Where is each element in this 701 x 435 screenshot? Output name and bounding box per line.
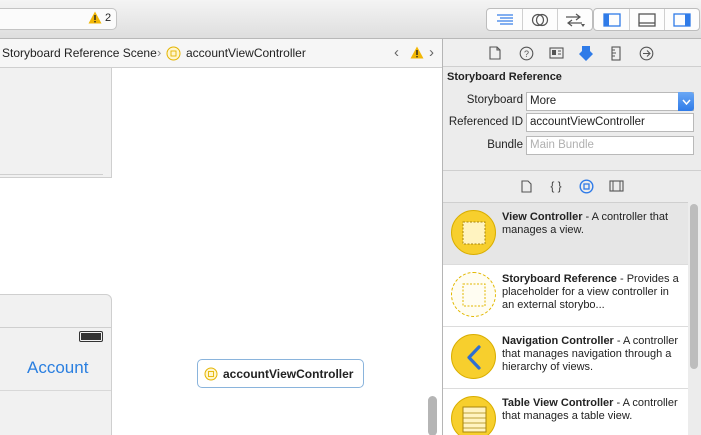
svg-text:?: ?	[523, 49, 528, 59]
list-item-navigation-controller[interactable]: Navigation Controller - A controller tha…	[443, 327, 688, 389]
divider	[443, 170, 701, 171]
assistant-icon	[531, 13, 549, 26]
referenced-id-field[interactable]: accountViewController	[526, 113, 694, 132]
chevron-left-icon[interactable]: ‹	[394, 44, 399, 61]
warning-icon	[88, 11, 102, 24]
account-title[interactable]: Account	[27, 358, 88, 378]
table-view-controller-icon	[451, 396, 496, 435]
bundle-label: Bundle	[487, 139, 523, 151]
arrows-icon	[566, 13, 585, 27]
divider	[0, 174, 103, 175]
breadcrumb-scene[interactable]: Storyboard Reference Scene	[2, 46, 157, 60]
library-tabs: { }	[443, 175, 701, 199]
editor-mode-group	[486, 8, 593, 31]
view-toggle-group	[593, 8, 700, 31]
storyboard-value: More	[530, 95, 557, 107]
connections-inspector-icon[interactable]	[637, 44, 655, 62]
storyboard-popup[interactable]: More	[526, 92, 694, 111]
quick-help-icon[interactable]: ?	[517, 44, 535, 62]
scene-view-account[interactable]: Account	[0, 294, 112, 435]
library-scrollbar[interactable]	[690, 204, 698, 369]
breadcrumb-controller[interactable]: accountViewController	[186, 46, 306, 60]
size-inspector-icon[interactable]	[607, 44, 625, 62]
jump-bar: Storyboard Reference Scene › accountView…	[0, 39, 443, 68]
warning-indicator[interactable]: 2	[88, 11, 111, 24]
list-item-text: Navigation Controller - A controller tha…	[502, 335, 679, 373]
list-item-text: Storyboard Reference - Provides a placeh…	[502, 273, 679, 311]
referenced-id-label: Referenced ID	[448, 116, 523, 128]
left-panel-icon	[602, 12, 621, 27]
list-item-storyboard-reference[interactable]: Storyboard Reference - Provides a placeh…	[443, 265, 688, 327]
object-library-list[interactable]: View Controller - A controller that mana…	[443, 202, 688, 435]
storyboard-reference-icon	[166, 46, 181, 64]
media-library-icon[interactable]	[607, 177, 625, 195]
storyboard-reference-icon	[451, 272, 496, 317]
storyboard-reference-icon	[204, 367, 218, 380]
reference-node-label: accountViewController	[223, 366, 354, 381]
code-snippet-icon[interactable]: { }	[547, 177, 565, 195]
attributes-inspector-icon[interactable]	[577, 44, 595, 62]
chevron-down-icon	[678, 92, 694, 111]
utilities-toggle-button[interactable]	[664, 9, 699, 30]
lines-icon	[496, 13, 513, 25]
list-item-table-view-controller[interactable]: Table View Controller - A controller tha…	[443, 389, 688, 435]
chevron-right-icon[interactable]: ›	[429, 44, 434, 61]
canvas-scrollbar[interactable]	[428, 396, 437, 435]
standard-editor-button[interactable]	[487, 9, 522, 30]
divider	[0, 327, 111, 328]
storyboard-label: Storyboard	[466, 94, 523, 106]
chevron-right-icon: ›	[157, 45, 162, 60]
section-title: Storyboard Reference	[447, 71, 562, 83]
battery-icon	[79, 331, 103, 342]
warning-count: 2	[105, 11, 112, 24]
scene-view-top[interactable]	[0, 68, 112, 178]
assistant-editor-button[interactable]	[522, 9, 557, 30]
bundle-field[interactable]: Main Bundle	[526, 136, 694, 155]
navigation-controller-icon	[451, 334, 496, 379]
storyboard-reference-node[interactable]: accountViewController	[197, 359, 365, 388]
bottom-panel-icon	[638, 12, 656, 27]
list-item-view-controller[interactable]: View Controller - A controller that mana…	[443, 203, 688, 265]
storyboard-canvas[interactable]: Account accountViewController	[0, 68, 443, 435]
navigator-toggle-button[interactable]	[594, 9, 629, 30]
view-controller-icon	[451, 210, 496, 255]
inspector-tabs: ?	[443, 39, 701, 67]
xcode-window: 2 Storyboard Reference Scene › accountVi…	[0, 0, 701, 435]
file-template-icon[interactable]	[517, 177, 535, 195]
file-inspector-icon[interactable]	[486, 44, 504, 62]
list-item-text: View Controller - A controller that mana…	[502, 211, 669, 236]
divider	[0, 390, 111, 391]
toolbar: 2	[0, 0, 701, 39]
utilities-panel: ? Storyboard Reference Storyboard More R…	[443, 39, 701, 435]
identity-inspector-icon[interactable]	[547, 44, 565, 62]
right-panel-icon	[673, 12, 691, 27]
object-library-icon[interactable]	[577, 177, 595, 195]
debug-toggle-button[interactable]	[629, 9, 664, 30]
warning-icon[interactable]	[410, 46, 424, 62]
version-editor-button[interactable]	[557, 9, 592, 30]
list-item-text: Table View Controller - A controller tha…	[502, 397, 678, 422]
